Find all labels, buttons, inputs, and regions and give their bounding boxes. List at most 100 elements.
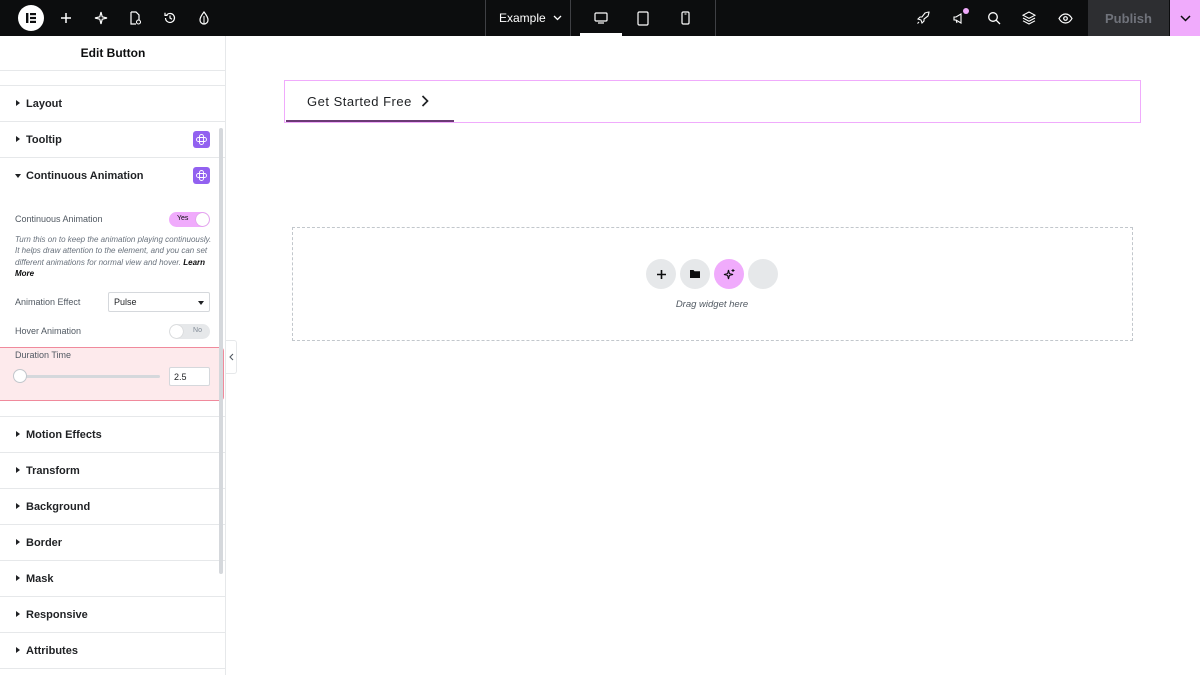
pro-feature-icon [193,131,210,148]
top-bar: Example Publish [0,0,1200,36]
section-border[interactable]: Border [0,525,225,561]
publish-button[interactable]: Publish [1088,0,1169,36]
topbar-divider [715,0,716,36]
pro-feature-icon [193,167,210,184]
section-label: Tooltip [26,133,62,146]
whats-new-button[interactable] [948,0,970,36]
section-label: Attributes [26,644,78,657]
toggle-knob [170,325,183,338]
add-template-button[interactable] [680,259,710,289]
section-motion-effects[interactable]: Motion Effects [0,417,225,453]
section-label: Continuous Animation [26,170,144,182]
button-underline [286,120,454,122]
add-section-button[interactable] [646,259,676,289]
editor-panel: Edit Button Layout Tooltip Continuous An… [0,36,226,675]
section-label: Layout [26,97,63,110]
document-name: Example [499,11,546,25]
add-icon [61,13,71,23]
rocket-icon [916,11,930,25]
sparkle-icon [94,11,108,25]
caret-right-icon [16,647,20,653]
panel-collapse-button[interactable] [226,340,237,374]
section-continuous-animation[interactable]: Continuous Animation [0,158,225,194]
extra-action-button[interactable] [748,259,778,289]
duration-time-input[interactable]: 2.5 [169,367,210,386]
section-label: Motion Effects [26,428,102,441]
layers-icon [1022,11,1036,25]
section-background[interactable]: Background [0,489,225,525]
add-element-button[interactable] [55,0,77,36]
structure-button[interactable] [1018,0,1040,36]
elementor-logo-icon[interactable] [18,5,44,31]
theme-icon [199,11,209,25]
caret-right-icon [16,431,20,437]
site-settings-button[interactable] [193,0,215,36]
document-select[interactable]: Example [485,0,571,36]
chevron-down-icon [1179,14,1191,22]
caret-right-icon [16,503,20,509]
preview-button[interactable] [1054,0,1076,36]
caret-right-icon [16,575,20,581]
history-icon [164,12,176,24]
hover-animation-toggle[interactable]: No [169,324,210,339]
chevron-right-icon [421,95,429,107]
history-button[interactable] [159,0,181,36]
page-settings-button[interactable] [124,0,146,36]
toggle-text: No [193,327,202,334]
notification-dot [963,8,969,14]
toggle-knob [196,213,209,226]
caret-down-icon [198,301,204,305]
continuous-animation-toggle[interactable]: Yes [169,212,210,227]
add-icon [656,269,666,279]
drop-zone[interactable] [292,227,1133,341]
tablet-icon [637,10,649,26]
section-label: Border [26,536,63,549]
animation-effect-select[interactable]: Pulse [108,292,210,312]
caret-down-icon [15,174,21,178]
help-text-body: Turn this on to keep the animation playi… [15,235,212,267]
section-transform[interactable]: Transform [0,453,225,489]
publish-options-button[interactable] [1170,0,1200,36]
mobile-icon [680,11,690,25]
mobile-view-button[interactable] [664,0,706,36]
tablet-view-button[interactable] [622,0,664,36]
duration-slider-track[interactable] [20,375,160,378]
launchpad-button[interactable] [912,0,934,36]
hover-animation-label: Hover Animation [15,326,82,336]
section-tooltip[interactable]: Tooltip [0,122,225,158]
toggle-text: Yes [177,215,189,222]
continuous-animation-label: Continuous Animation [15,214,103,224]
sparkle-icon [723,268,734,279]
button-widget[interactable] [284,80,1141,123]
section-attributes[interactable]: Attributes [0,633,225,669]
section-label: Mask [26,572,54,585]
desktop-view-button[interactable] [580,0,622,36]
caret-right-icon [16,100,20,106]
section-responsive[interactable]: Responsive [0,597,225,633]
duration-slider-handle[interactable] [13,369,27,383]
finder-button[interactable] [983,0,1005,36]
caret-right-icon [16,136,20,142]
caret-right-icon [16,467,20,473]
desktop-icon [594,12,608,24]
duration-time-label: Duration Time [15,350,72,360]
select-value: Pulse [114,297,137,307]
panel-scrollbar[interactable] [219,128,223,574]
search-icon [988,12,1001,25]
caret-right-icon [16,611,20,617]
folder-icon [690,270,700,278]
chevron-left-icon [228,353,233,361]
page-settings-icon [130,11,142,25]
section-label: Background [26,500,91,513]
section-label: Transform [26,464,80,477]
caret-right-icon [16,539,20,545]
help-text: Turn this on to keep the animation playi… [15,234,213,280]
drop-hint-text: Drag widget here [675,299,749,310]
section-layout[interactable]: Layout [0,86,225,122]
preview-eye-icon [1057,12,1073,24]
chevron-down-icon [553,15,562,21]
ai-site-planner-button[interactable] [90,0,112,36]
button-text[interactable]: Get Started Free [307,94,412,109]
ai-build-button[interactable] [714,259,744,289]
section-mask[interactable]: Mask [0,561,225,597]
